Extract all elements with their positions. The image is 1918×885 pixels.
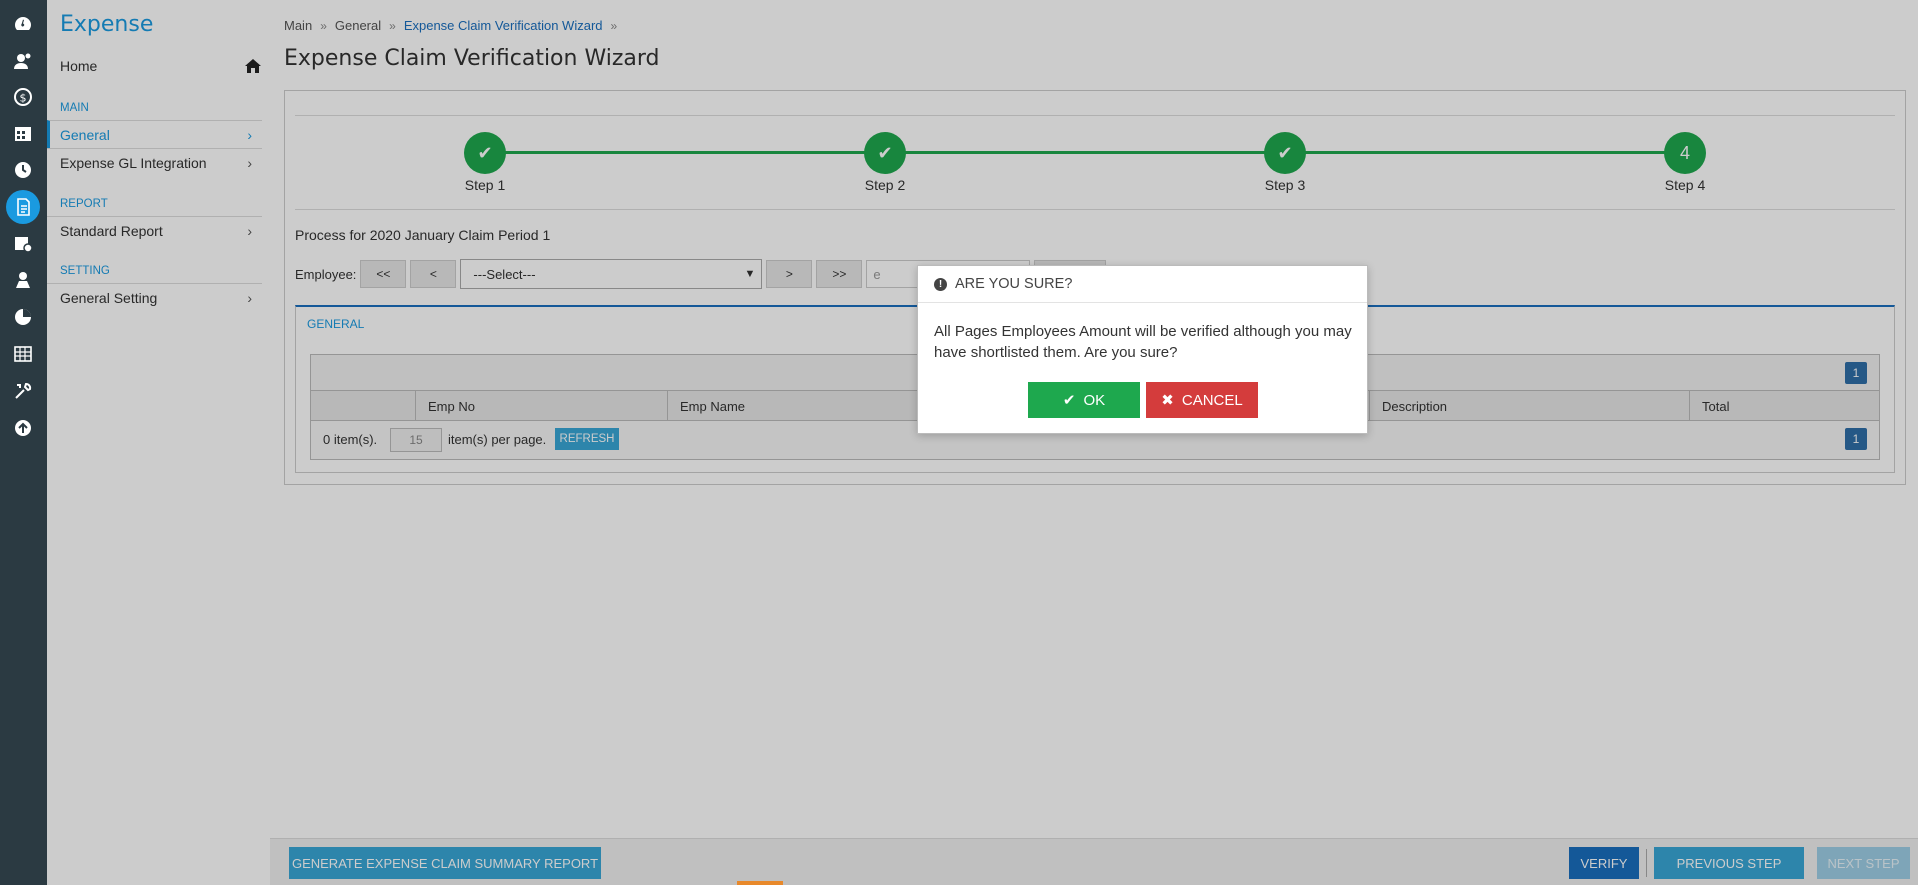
exclamation-icon: !: [934, 277, 947, 291]
cancel-button[interactable]: ✖ CANCEL: [1146, 382, 1258, 418]
clock-icon[interactable]: [8, 155, 38, 185]
calendar-time-icon[interactable]: [8, 228, 38, 258]
cancel-label: CANCEL: [1181, 391, 1243, 409]
svg-text:$: $: [20, 92, 27, 105]
check-icon: ✔: [1062, 392, 1076, 409]
tools-icon[interactable]: [8, 376, 38, 406]
dashboard-icon[interactable]: [8, 9, 38, 39]
user-icon[interactable]: [8, 46, 38, 76]
table-icon[interactable]: [8, 339, 38, 369]
money-icon[interactable]: $: [8, 82, 38, 112]
dialog-header: ! ARE YOU SURE?: [918, 266, 1367, 303]
dialog-title: ARE YOU SURE?: [955, 276, 1073, 292]
upload-icon[interactable]: [8, 413, 38, 443]
icon-rail: $: [0, 0, 47, 885]
taskbar-indicator: [737, 881, 783, 885]
chart-icon[interactable]: [8, 302, 38, 332]
expense-icon[interactable]: [6, 190, 40, 224]
ok-button[interactable]: ✔ OK: [1028, 382, 1140, 418]
dialog-message: All Pages Employees Amount will be verif…: [934, 323, 1352, 361]
person-icon[interactable]: [8, 265, 38, 295]
ok-label: OK: [1083, 391, 1106, 409]
confirm-dialog: ! ARE YOU SURE? All Pages Employees Amou…: [917, 265, 1368, 434]
close-icon: ✖: [1161, 392, 1174, 409]
modal-backdrop[interactable]: ! ARE YOU SURE? All Pages Employees Amou…: [47, 0, 1918, 885]
calendar-icon[interactable]: [8, 118, 38, 148]
